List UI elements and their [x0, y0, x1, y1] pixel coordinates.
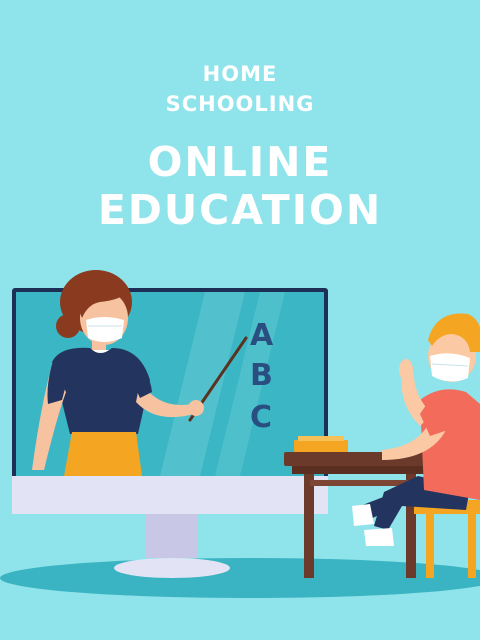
monitor-neck — [145, 512, 197, 558]
monitor-chin — [12, 476, 328, 514]
books — [294, 440, 348, 452]
teacher-mask — [86, 317, 124, 342]
headline-home: HOME — [202, 62, 278, 86]
board-letter-c: C — [250, 400, 272, 435]
board-letter-b: B — [250, 358, 273, 393]
poster: A B C HOME SCHOOLING ONLINE EDUCATION — [0, 0, 480, 640]
child-mask — [430, 353, 470, 382]
headline-schooling: SCHOOLING — [165, 92, 315, 116]
teacher-skirt — [64, 432, 142, 476]
monitor-foot — [114, 558, 230, 578]
headline-online-education: ONLINE EDUCATION — [97, 138, 383, 234]
board-letter-a: A — [250, 318, 274, 353]
